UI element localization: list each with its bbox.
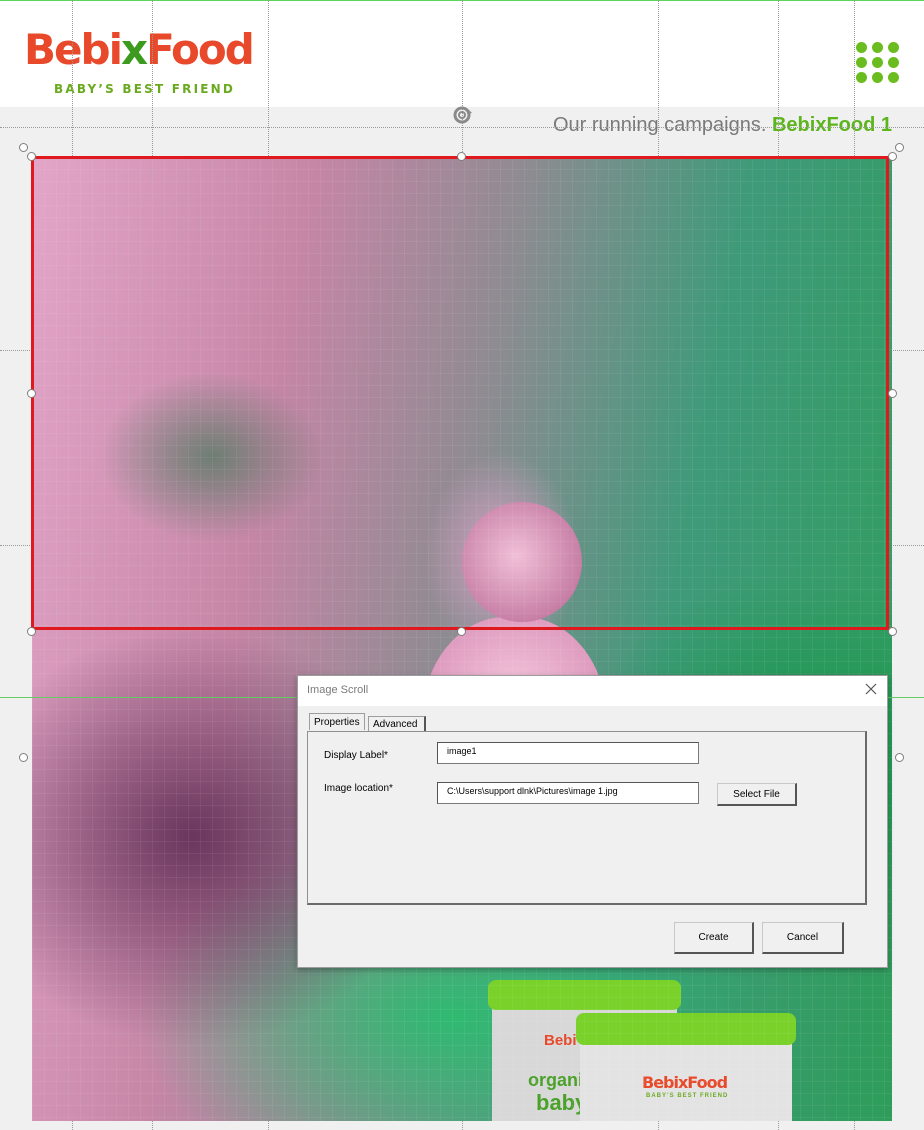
tab-properties-label: Properties [314,717,360,728]
cancel-button[interactable]: Cancel [762,922,844,954]
grid-dots-icon[interactable] [856,42,900,84]
jar-back-brand: Bebi [544,1032,577,1049]
image-scroll-dialog: Image Scroll Properties Advanced Display… [297,675,888,968]
create-button[interactable]: Create [674,922,754,954]
image-location-label: Image location* [324,783,393,794]
tab-properties[interactable]: Properties [309,713,365,730]
product-jar-front: BebixFood BABY’S BEST FRIEND [576,1013,796,1121]
display-label-label: Display Label* [324,750,388,761]
image-selection-frame[interactable] [31,156,889,630]
select-file-button[interactable]: Select File [717,783,797,806]
display-label-input[interactable]: image1 [437,742,699,764]
resize-handle-top-center[interactable] [457,152,466,161]
slide-handle-middle-left[interactable] [19,753,28,762]
jar-lid [576,1013,796,1045]
caption-prefix: Our running campaigns. [552,114,767,136]
jar-back-text-organic: organic [528,1070,594,1090]
close-icon[interactable] [864,682,878,696]
campaign-caption: Our running campaigns. BebixFood 1 [553,114,892,137]
resize-handle-bottom-left[interactable] [27,627,36,636]
tab-advanced-label: Advanced [373,719,418,730]
caption-brand: BebixFood 1 [771,114,892,136]
jar-tagline: BABY’S BEST FRIEND [646,1093,729,1099]
slide-handle-middle-right[interactable] [895,753,904,762]
jar-brand: BebixFood [642,1073,728,1092]
rotate-handle-icon[interactable] [451,104,473,126]
resize-handle-bottom-right[interactable] [888,627,897,636]
logo-text-x: x [120,25,148,74]
bebixfood-logo: BebixFood BABY’S BEST FRIEND [24,27,255,97]
logo-wordmark: BebixFood [24,25,255,74]
slide-handle-top-left[interactable] [19,143,28,152]
resize-handle-top-right[interactable] [888,152,897,161]
logo-tagline: BABY’S BEST FRIEND [54,82,236,96]
slide-handle-top-right[interactable] [895,143,904,152]
logo-text-food: Food [146,25,255,74]
dialog-title: Image Scroll [307,684,369,696]
resize-handle-middle-right[interactable] [888,389,897,398]
resize-handle-top-left[interactable] [27,152,36,161]
image-location-input[interactable]: C:\Users\support dlnk\Pictures\image 1.j… [437,782,699,804]
product-jar-back: Bebi organic baby [488,980,681,1121]
tab-advanced[interactable]: Advanced [368,716,426,731]
resize-handle-middle-left[interactable] [27,389,36,398]
properties-panel: Display Label* image1 Image location* C:… [307,731,867,905]
jar-lid [488,980,681,1010]
jar-back-text-baby: baby [536,1090,588,1115]
resize-handle-bottom-center[interactable] [457,627,466,636]
dialog-titlebar[interactable]: Image Scroll [298,676,887,706]
